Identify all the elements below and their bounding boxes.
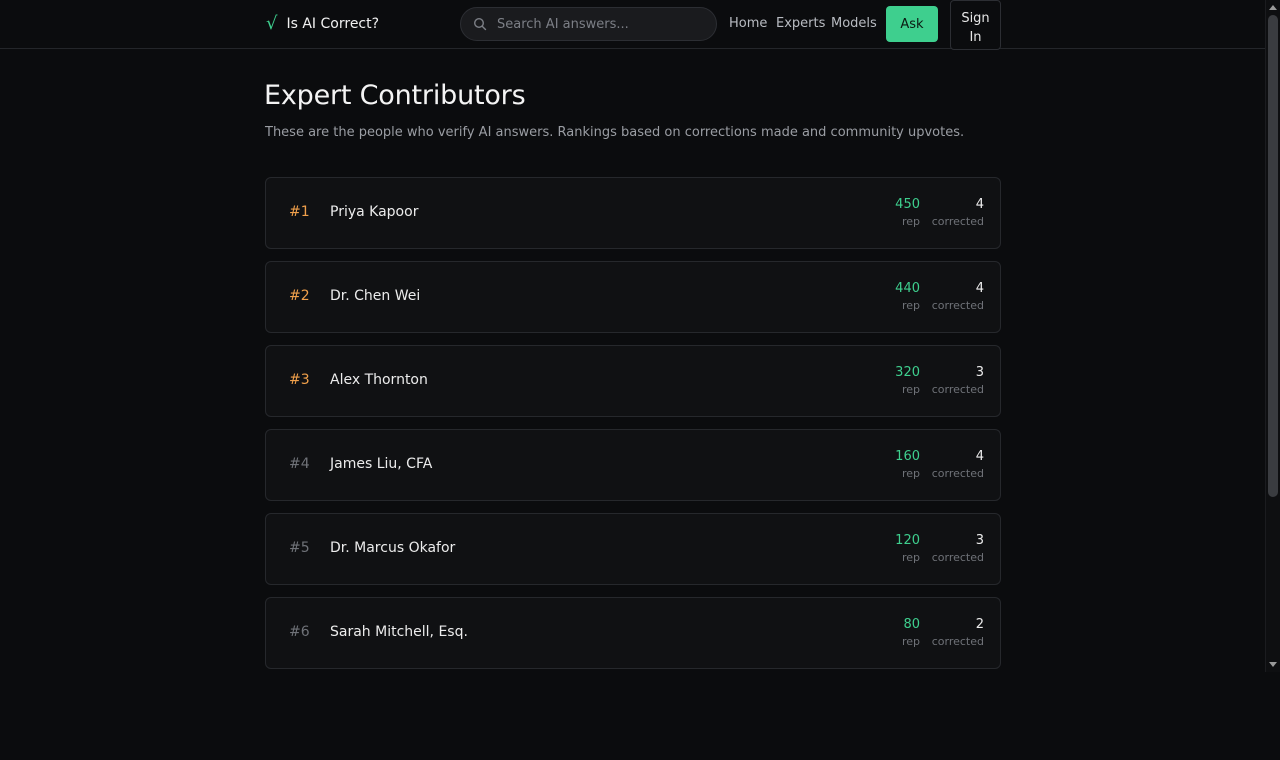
reputation-value: 320 <box>895 365 920 380</box>
reputation-label: rep <box>901 299 920 312</box>
rank-label: #6 <box>289 624 310 640</box>
corrected-label: corrected <box>931 635 984 648</box>
corrected-label: corrected <box>931 299 984 312</box>
reputation-value: 440 <box>895 281 920 296</box>
reputation-value: 120 <box>895 533 920 548</box>
corrected-label: corrected <box>931 467 984 480</box>
reputation-stat: 160 rep <box>895 448 920 482</box>
scrollbar-thumb[interactable] <box>1268 15 1278 497</box>
brand-logo-link[interactable]: √ Is AI Correct? <box>266 14 379 34</box>
reputation-stat: 80 rep <box>902 616 920 650</box>
reputation-label: rep <box>901 215 920 228</box>
corrected-label: corrected <box>931 551 984 564</box>
page-scrollbar[interactable] <box>1265 0 1280 672</box>
corrected-stat: 4 corrected <box>932 448 984 482</box>
corrected-stat: 3 corrected <box>932 532 984 566</box>
reputation-label: rep <box>901 551 920 564</box>
expert-row[interactable]: #5 Dr. Marcus Okafor 120 rep 3 corrected <box>265 513 1001 585</box>
expert-name[interactable]: Dr. Marcus Okafor <box>330 540 455 556</box>
rank-label: #3 <box>289 372 310 388</box>
search-icon <box>473 17 487 31</box>
corrected-stat: 2 corrected <box>932 616 984 650</box>
expert-name[interactable]: Dr. Chen Wei <box>330 288 420 304</box>
nav-home-link[interactable]: Home <box>729 16 767 31</box>
reputation-stat: 450 rep <box>895 196 920 230</box>
expert-row[interactable]: #4 James Liu, CFA 160 rep 4 corrected <box>265 429 1001 501</box>
expert-row[interactable]: #6 Sarah Mitchell, Esq. 80 rep 2 correct… <box>265 597 1001 669</box>
corrected-value: 4 <box>975 197 984 212</box>
corrected-value: 3 <box>975 365 984 380</box>
rank-label: #5 <box>289 540 310 556</box>
reputation-value: 80 <box>903 617 920 632</box>
ask-button[interactable]: Ask <box>886 6 938 42</box>
search-box <box>460 7 717 41</box>
expert-name[interactable]: Priya Kapoor <box>330 204 418 220</box>
search-input[interactable] <box>495 15 695 33</box>
check-logo-icon: √ <box>266 13 278 34</box>
scroll-up-arrow-icon[interactable] <box>1269 5 1277 10</box>
reputation-label: rep <box>901 467 920 480</box>
corrected-value: 4 <box>975 281 984 296</box>
scroll-down-arrow-icon[interactable] <box>1269 662 1277 667</box>
reputation-stat: 320 rep <box>895 364 920 398</box>
rank-label: #1 <box>289 204 310 220</box>
corrected-value: 3 <box>975 533 984 548</box>
nav-models-link[interactable]: Models <box>831 16 877 31</box>
corrected-stat: 4 corrected <box>932 280 984 314</box>
nav-experts-link[interactable]: Experts <box>776 16 825 31</box>
expert-row[interactable]: #3 Alex Thornton 320 rep 3 corrected <box>265 345 1001 417</box>
corrected-value: 4 <box>975 449 984 464</box>
reputation-value: 450 <box>895 197 920 212</box>
rank-label: #2 <box>289 288 310 304</box>
brand-name: Is AI Correct? <box>286 16 380 32</box>
corrected-label: corrected <box>931 215 984 228</box>
expert-name[interactable]: James Liu, CFA <box>330 456 432 472</box>
corrected-stat: 4 corrected <box>932 196 984 230</box>
expert-row[interactable]: #1 Priya Kapoor 450 rep 4 corrected <box>265 177 1001 249</box>
top-navigation-bar: √ Is AI Correct? Home Experts Models Ask… <box>0 0 1265 50</box>
expert-row[interactable]: #2 Dr. Chen Wei 440 rep 4 corrected <box>265 261 1001 333</box>
reputation-label: rep <box>901 635 920 648</box>
sign-in-button[interactable]: Sign In <box>950 0 1001 50</box>
reputation-label: rep <box>901 383 920 396</box>
reputation-stat: 120 rep <box>895 532 920 566</box>
corrected-value: 2 <box>975 617 984 632</box>
expert-name[interactable]: Alex Thornton <box>330 372 428 388</box>
corrected-label: corrected <box>931 383 984 396</box>
page-subtitle: These are the people who verify AI answe… <box>265 125 965 140</box>
reputation-value: 160 <box>895 449 920 464</box>
corrected-stat: 3 corrected <box>932 364 984 398</box>
expert-list: #1 Priya Kapoor 450 rep 4 corrected #2 D… <box>265 177 1001 681</box>
page-title: Expert Contributors <box>264 80 526 111</box>
expert-name[interactable]: Sarah Mitchell, Esq. <box>330 624 468 640</box>
rank-label: #4 <box>289 456 310 472</box>
reputation-stat: 440 rep <box>895 280 920 314</box>
